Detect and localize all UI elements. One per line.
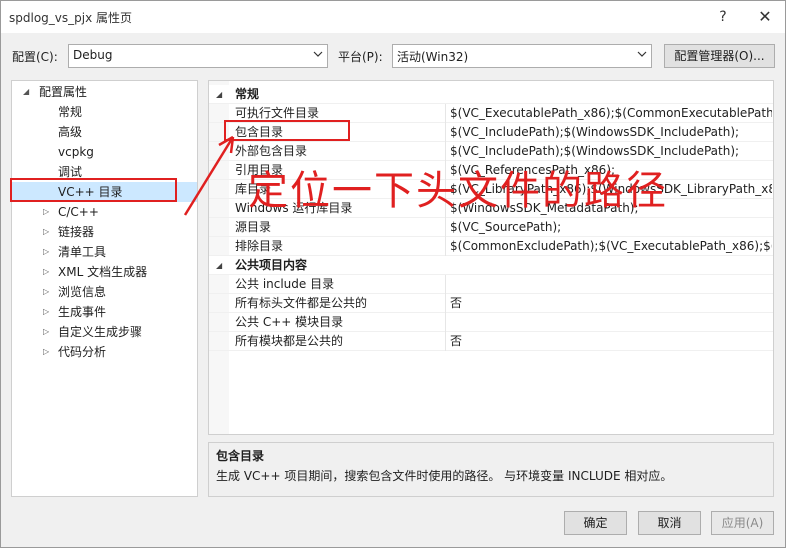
platform-label: 平台(P):: [338, 50, 383, 64]
configuration-dropdown[interactable]: Debug: [68, 44, 328, 68]
grid-row[interactable]: 排除目录 $(CommonExcludePath);$(VC_Executable…: [209, 237, 773, 256]
property-name: 公共 C++ 模块目录: [235, 315, 344, 329]
property-value[interactable]: $(CommonExcludePath);$(VC_ExecutablePath…: [450, 237, 772, 256]
configuration-value: Debug: [73, 48, 113, 62]
ok-button[interactable]: 确定: [564, 511, 627, 535]
grid-category-label: 常规: [235, 87, 260, 101]
expand-arrow-icon[interactable]: ▷: [43, 222, 49, 242]
grid-category[interactable]: ◢ 常规: [209, 85, 773, 104]
property-name: 所有标头文件都是公共的: [235, 296, 368, 310]
tree-item-label: 生成事件: [58, 305, 107, 319]
tree-item[interactable]: ▷ 生成事件: [12, 302, 197, 322]
tree-item-label: vcpkg: [58, 145, 94, 159]
tree-item[interactable]: ▷ 浏览信息: [12, 282, 197, 302]
grid-row[interactable]: 包含目录 $(VC_IncludePath);$(WindowsSDK_Inclu…: [209, 123, 773, 142]
tree-item-label: 高级: [58, 125, 83, 139]
grid-category[interactable]: ◢ 公共项目内容: [209, 256, 773, 275]
property-name: 公共 include 目录: [235, 277, 335, 291]
column-divider: [445, 218, 446, 237]
expand-arrow-icon[interactable]: ▷: [43, 342, 49, 362]
collapse-arrow-icon[interactable]: ◢: [216, 85, 222, 104]
tree-item-label: 清单工具: [58, 245, 107, 259]
chevron-down-icon: [313, 51, 323, 57]
grid-row[interactable]: 公共 C++ 模块目录: [209, 313, 773, 332]
property-value[interactable]: $(VC_IncludePath);$(WindowsSDK_IncludePa…: [450, 123, 772, 142]
platform-value: 活动(Win32): [397, 50, 469, 64]
property-pages-window: spdlog_vs_pjx 属性页 ? ✕ 配置(C): Debug 平台(P)…: [0, 0, 786, 548]
expand-arrow-icon[interactable]: ▷: [43, 322, 49, 342]
grid-category-label: 公共项目内容: [235, 258, 308, 272]
tree-item[interactable]: VC++ 目录: [12, 182, 197, 202]
annotation-text: 定位一下头文件的路径: [248, 168, 668, 214]
tree-item[interactable]: ▷ 自定义生成步骤: [12, 322, 197, 342]
column-divider: [445, 275, 446, 294]
description-title: 包含目录: [216, 449, 265, 463]
apply-button[interactable]: 应用(A): [711, 511, 774, 535]
column-divider: [445, 104, 446, 123]
tree-item[interactable]: 高级: [12, 122, 197, 142]
grid-row[interactable]: 可执行文件目录 $(VC_ExecutablePath_x86);$(Common…: [209, 104, 773, 123]
tree-item[interactable]: ▷ C/C++: [12, 202, 197, 222]
column-divider: [445, 123, 446, 142]
expanded-arrow-icon[interactable]: ◢: [23, 82, 29, 102]
tree-item-label: VC++ 目录: [58, 185, 123, 199]
tree-item[interactable]: ▷ 清单工具: [12, 242, 197, 262]
tree-item[interactable]: vcpkg: [12, 142, 197, 162]
chevron-down-icon: [637, 51, 647, 57]
description-text: 生成 VC++ 项目期间，搜索包含文件时使用的路径。 与环境变量 INCLUDE…: [216, 469, 673, 483]
tree-item[interactable]: ▷ XML 文档生成器: [12, 262, 197, 282]
tree-item[interactable]: 常规: [12, 102, 197, 122]
configuration-toolbar: 配置(C): Debug 平台(P): 活动(Win32) 配置管理器(O)..…: [1, 41, 785, 69]
tree-item[interactable]: ▷ 代码分析: [12, 342, 197, 362]
window-title: spdlog_vs_pjx 属性页: [9, 11, 133, 25]
tree-item-label: 链接器: [58, 225, 95, 239]
tree-root-configuration-properties[interactable]: ◢ 配置属性: [12, 82, 197, 102]
property-grid: ◢ 常规可执行文件目录 $(VC_ExecutablePath_x86);$(Com…: [208, 80, 774, 435]
expand-arrow-icon[interactable]: ▷: [43, 302, 49, 322]
expand-arrow-icon[interactable]: ▷: [43, 202, 49, 222]
property-value[interactable]: $(VC_ExecutablePath_x86);$(CommonExecuta…: [450, 104, 772, 123]
column-divider: [445, 313, 446, 332]
column-divider: [445, 294, 446, 313]
property-name: 所有模块都是公共的: [235, 334, 344, 348]
property-name: 源目录: [235, 220, 272, 234]
cancel-button[interactable]: 取消: [638, 511, 701, 535]
title-bar: spdlog_vs_pjx 属性页 ? ✕: [1, 1, 785, 33]
tree-item-label: 浏览信息: [58, 285, 107, 299]
column-divider: [445, 237, 446, 256]
close-button[interactable]: ✕: [751, 5, 779, 29]
grid-row[interactable]: 源目录 $(VC_SourcePath);: [209, 218, 773, 237]
property-tree: ◢ 配置属性 常规高级 vcpkg 调试 VC++ 目录 ▷ C/C++ ▷ 链接器 ▷ 清单工具…: [11, 80, 198, 497]
expand-arrow-icon[interactable]: ▷: [43, 242, 49, 262]
column-divider: [445, 332, 446, 351]
tree-root-label: 配置属性: [39, 85, 88, 99]
description-panel: 包含目录 生成 VC++ 项目期间，搜索包含文件时使用的路径。 与环境变量 IN…: [208, 442, 774, 497]
tree-item-label: XML 文档生成器: [58, 265, 148, 279]
tree-item[interactable]: ▷ 链接器: [12, 222, 197, 242]
expand-arrow-icon[interactable]: ▷: [43, 282, 49, 302]
tree-item-label: 代码分析: [58, 345, 107, 359]
configuration-label: 配置(C):: [12, 50, 58, 64]
help-button[interactable]: ?: [709, 5, 737, 29]
property-name: 可执行文件目录: [235, 106, 320, 120]
tree-item-label: C/C++: [58, 205, 99, 219]
collapse-arrow-icon[interactable]: ◢: [216, 256, 222, 275]
grid-row[interactable]: 所有模块都是公共的 否: [209, 332, 773, 351]
tree-item-label: 常规: [58, 105, 83, 119]
property-name: 排除目录: [235, 239, 284, 253]
platform-dropdown[interactable]: 活动(Win32): [392, 44, 652, 68]
grid-row[interactable]: 所有标头文件都是公共的 否: [209, 294, 773, 313]
tree-item-label: 调试: [58, 165, 83, 179]
grid-row[interactable]: 公共 include 目录: [209, 275, 773, 294]
property-name: 包含目录: [235, 125, 284, 139]
property-value[interactable]: $(VC_SourcePath);: [450, 218, 772, 237]
property-value[interactable]: 否: [450, 332, 772, 351]
tree-item[interactable]: 调试: [12, 162, 197, 182]
configuration-manager-button[interactable]: 配置管理器(O)...: [664, 44, 775, 68]
annotation-arrow: [183, 135, 235, 216]
tree-item-label: 自定义生成步骤: [58, 325, 143, 339]
expand-arrow-icon[interactable]: ▷: [43, 262, 49, 282]
property-value[interactable]: 否: [450, 294, 772, 313]
